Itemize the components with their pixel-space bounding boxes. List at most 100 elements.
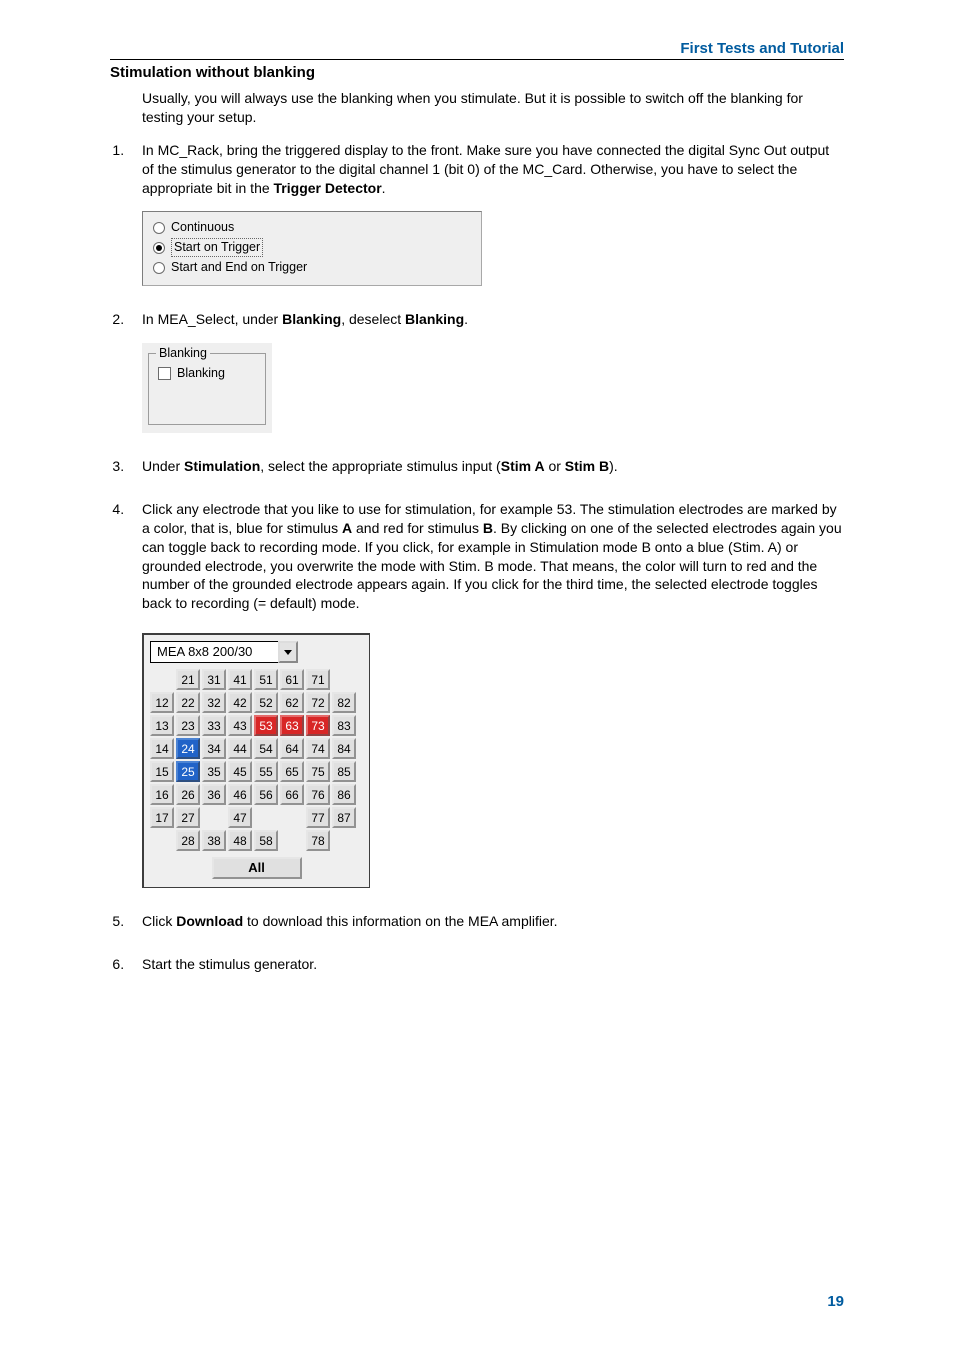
- electrode-button-55[interactable]: 55: [254, 761, 278, 782]
- electrode-grid: 213141516171 1222324252627282 132333435363…: [150, 669, 363, 851]
- page-number: 19: [827, 1293, 844, 1310]
- electrode-button-64[interactable]: 64: [280, 738, 304, 759]
- electrode-button-14[interactable]: 14: [150, 738, 174, 759]
- electrode-button-35[interactable]: 35: [202, 761, 226, 782]
- radio-continuous-label: Continuous: [171, 219, 234, 236]
- electrode-button-16[interactable]: 16: [150, 784, 174, 805]
- electrode-button-25[interactable]: 25: [176, 761, 200, 782]
- step-4-bA: A: [342, 520, 352, 536]
- ordered-steps: In MC_Rack, bring the triggered display …: [110, 141, 844, 974]
- electrode-button-44[interactable]: 44: [228, 738, 252, 759]
- electrode-button-72[interactable]: 72: [306, 692, 330, 713]
- electrode-button-32[interactable]: 32: [202, 692, 226, 713]
- electrode-button-17[interactable]: 17: [150, 807, 174, 828]
- electrode-button-85[interactable]: 85: [332, 761, 356, 782]
- section-title: Stimulation without blanking: [110, 64, 844, 81]
- radio-icon: [153, 222, 165, 234]
- step-2-bold2: Blanking: [405, 311, 464, 327]
- step-1-text: In MC_Rack, bring the triggered display …: [142, 142, 829, 196]
- electrode-button-71[interactable]: 71: [306, 669, 330, 690]
- electrode-button-34[interactable]: 34: [202, 738, 226, 759]
- electrode-button-53[interactable]: 53: [254, 715, 278, 736]
- electrode-button-52[interactable]: 52: [254, 692, 278, 713]
- step-3-b3: Stim B: [565, 458, 609, 474]
- chevron-down-icon: [284, 650, 292, 655]
- radio-dot-icon: [156, 245, 162, 251]
- electrode-button-28[interactable]: 28: [176, 830, 200, 851]
- electrode-empty: [254, 807, 278, 828]
- electrode-empty: [280, 807, 304, 828]
- electrode-grid-panel: MEA 8x8 200/30 2131415161711222324252627…: [142, 633, 370, 888]
- electrode-empty: [280, 830, 304, 851]
- electrode-button-23[interactable]: 23: [176, 715, 200, 736]
- electrode-button-84[interactable]: 84: [332, 738, 356, 759]
- electrode-button-63[interactable]: 63: [280, 715, 304, 736]
- electrode-button-48[interactable]: 48: [228, 830, 252, 851]
- intro-paragraph: Usually, you will always use the blankin…: [142, 89, 844, 127]
- electrode-button-36[interactable]: 36: [202, 784, 226, 805]
- radio-start-end-on-trigger-row[interactable]: Start and End on Trigger: [153, 258, 471, 277]
- electrode-button-33[interactable]: 33: [202, 715, 226, 736]
- electrode-button-42[interactable]: 42: [228, 692, 252, 713]
- electrode-button-21[interactable]: 21: [176, 669, 200, 690]
- electrode-button-51[interactable]: 51: [254, 669, 278, 690]
- electrode-button-46[interactable]: 46: [228, 784, 252, 805]
- mea-layout-value: MEA 8x8 200/30: [150, 641, 278, 663]
- electrode-empty: [332, 830, 356, 851]
- blanking-groupbox: [148, 353, 266, 425]
- step-1-bold: Trigger Detector: [274, 180, 382, 196]
- electrode-button-38[interactable]: 38: [202, 830, 226, 851]
- electrode-button-73[interactable]: 73: [306, 715, 330, 736]
- mea-layout-select[interactable]: MEA 8x8 200/30: [150, 641, 298, 663]
- step-4-bB: B: [483, 520, 493, 536]
- blanking-groupbox-title: Blanking: [156, 345, 210, 362]
- electrode-button-74[interactable]: 74: [306, 738, 330, 759]
- page-header: First Tests and Tutorial: [110, 40, 844, 60]
- radio-start-end-on-trigger-label: Start and End on Trigger: [171, 259, 307, 276]
- electrode-button-31[interactable]: 31: [202, 669, 226, 690]
- step-4: Click any electrode that you like to use…: [128, 500, 844, 888]
- step-2: In MEA_Select, under Blanking, deselect …: [128, 310, 844, 433]
- electrode-button-75[interactable]: 75: [306, 761, 330, 782]
- electrode-button-43[interactable]: 43: [228, 715, 252, 736]
- electrode-empty: [332, 669, 356, 690]
- dropdown-button[interactable]: [278, 641, 298, 663]
- all-button[interactable]: All: [212, 857, 302, 879]
- electrode-button-27[interactable]: 27: [176, 807, 200, 828]
- electrode-button-61[interactable]: 61: [280, 669, 304, 690]
- step-2-bold1: Blanking: [282, 311, 341, 327]
- radio-start-on-trigger-row[interactable]: Start on Trigger: [153, 237, 471, 258]
- electrode-button-24[interactable]: 24: [176, 738, 200, 759]
- electrode-button-77[interactable]: 77: [306, 807, 330, 828]
- step-6: Start the stimulus generator.: [128, 955, 844, 974]
- electrode-button-65[interactable]: 65: [280, 761, 304, 782]
- blanking-panel: Blanking Blanking: [142, 343, 272, 433]
- electrode-button-56[interactable]: 56: [254, 784, 278, 805]
- trigger-mode-panel: Continuous Start on Trigger Start and En…: [142, 211, 482, 286]
- electrode-button-86[interactable]: 86: [332, 784, 356, 805]
- electrode-button-78[interactable]: 78: [306, 830, 330, 851]
- radio-icon: [153, 262, 165, 274]
- electrode-button-12[interactable]: 12: [150, 692, 174, 713]
- step-3-b1: Stimulation: [184, 458, 260, 474]
- step-3: Under Stimulation, select the appropriat…: [128, 457, 844, 476]
- electrode-button-83[interactable]: 83: [332, 715, 356, 736]
- electrode-button-54[interactable]: 54: [254, 738, 278, 759]
- electrode-button-58[interactable]: 58: [254, 830, 278, 851]
- electrode-button-87[interactable]: 87: [332, 807, 356, 828]
- electrode-button-76[interactable]: 76: [306, 784, 330, 805]
- electrode-button-45[interactable]: 45: [228, 761, 252, 782]
- electrode-button-26[interactable]: 26: [176, 784, 200, 805]
- electrode-button-22[interactable]: 22: [176, 692, 200, 713]
- electrode-button-47[interactable]: 47: [228, 807, 252, 828]
- electrode-button-82[interactable]: 82: [332, 692, 356, 713]
- electrode-empty: [150, 669, 174, 690]
- radio-continuous-row[interactable]: Continuous: [153, 218, 471, 237]
- electrode-button-41[interactable]: 41: [228, 669, 252, 690]
- electrode-button-66[interactable]: 66: [280, 784, 304, 805]
- electrode-empty: [150, 830, 174, 851]
- electrode-button-62[interactable]: 62: [280, 692, 304, 713]
- electrode-button-13[interactable]: 13: [150, 715, 174, 736]
- step-3-b2: Stim A: [501, 458, 545, 474]
- electrode-button-15[interactable]: 15: [150, 761, 174, 782]
